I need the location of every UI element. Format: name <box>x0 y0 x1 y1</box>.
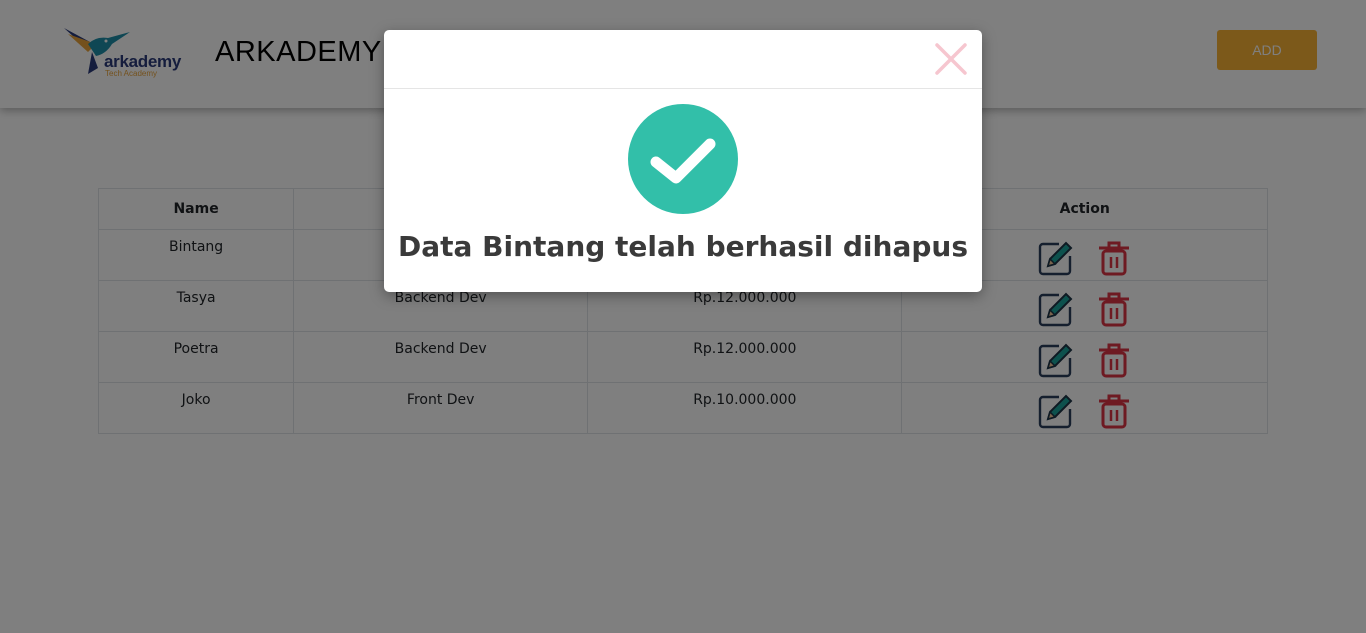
close-icon[interactable] <box>934 42 968 76</box>
modal-message: Data Bintang telah berhasil dihapus <box>398 230 968 263</box>
modal-header <box>384 30 982 89</box>
success-modal: Data Bintang telah berhasil dihapus <box>384 30 982 292</box>
check-circle-icon <box>628 104 738 214</box>
